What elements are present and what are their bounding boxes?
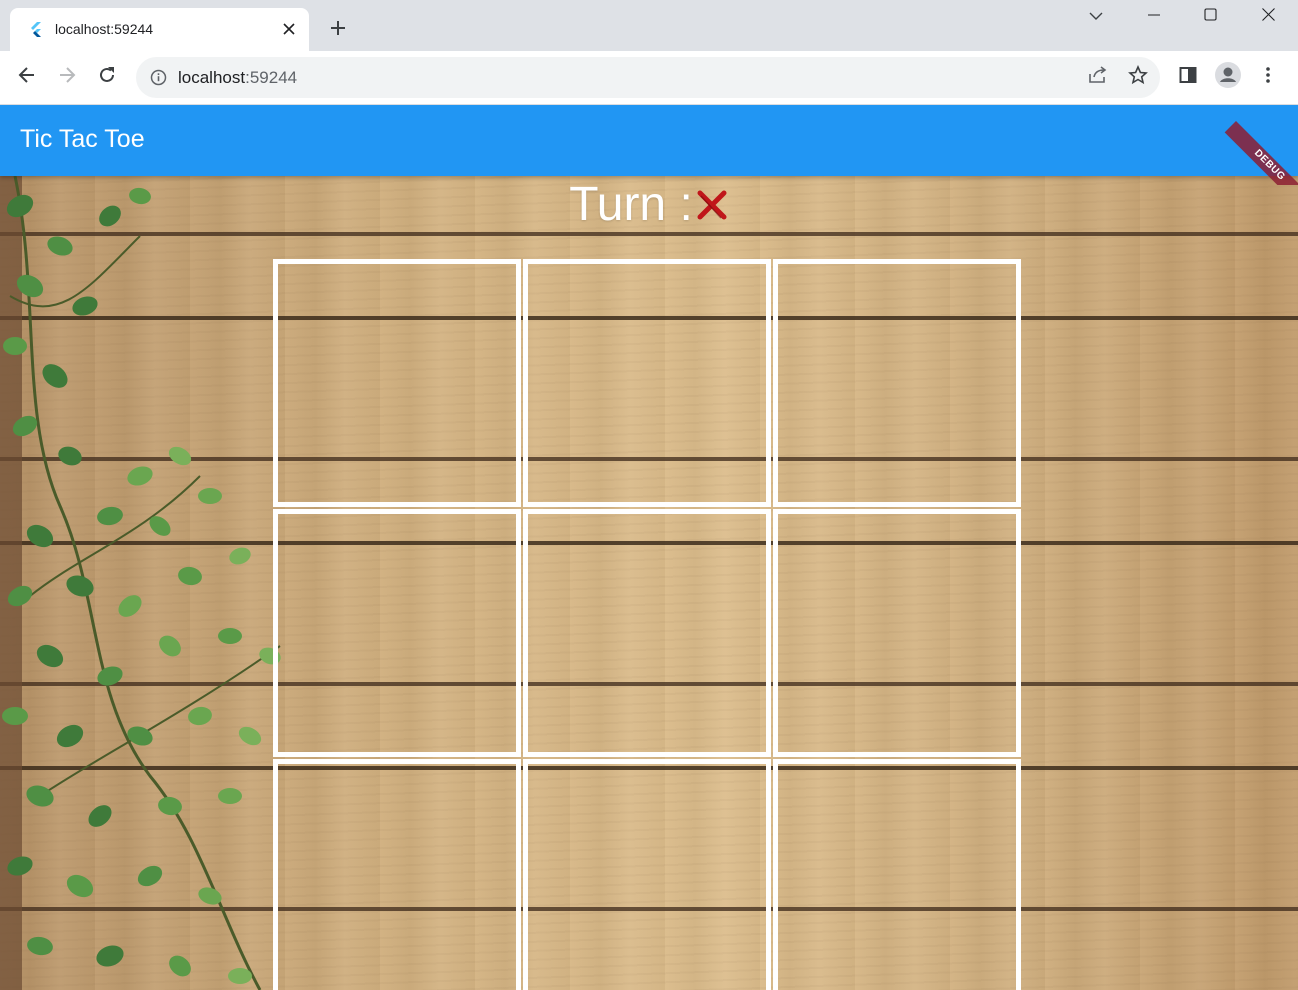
bookmark-button[interactable]: [1122, 61, 1154, 93]
maximize-button[interactable]: [1182, 0, 1238, 34]
profile-button[interactable]: [1212, 61, 1244, 93]
debug-banner-label: DEBUG: [1224, 121, 1298, 185]
board-cell-1-1[interactable]: [523, 509, 771, 757]
side-panel-button[interactable]: [1172, 61, 1204, 93]
arrow-right-icon: [58, 66, 76, 89]
x-mark-icon: [695, 188, 729, 222]
kebab-menu-icon: [1265, 66, 1271, 89]
board-cell-0-1[interactable]: [523, 259, 771, 507]
address-bar[interactable]: localhost:59244: [136, 57, 1160, 98]
turn-label: Turn :: [569, 178, 693, 231]
url-port: :59244: [245, 68, 298, 87]
forward-button[interactable]: [51, 61, 83, 93]
maximize-icon: [1203, 8, 1217, 26]
close-icon: [1261, 8, 1275, 26]
url-host: localhost: [178, 68, 246, 87]
star-icon: [1128, 64, 1148, 90]
chevron-down-icon: [1089, 8, 1103, 26]
browser-tab[interactable]: localhost:59244: [10, 8, 309, 51]
reload-icon: [98, 66, 116, 89]
debug-banner: DEBUG: [1218, 105, 1298, 185]
close-icon[interactable]: [279, 19, 299, 39]
board-cell-2-1[interactable]: [523, 759, 771, 990]
board-cell-2-0[interactable]: [273, 759, 521, 990]
ivy-vine-image: [0, 176, 281, 990]
minimize-button[interactable]: [1126, 0, 1182, 34]
minimize-icon: [1148, 8, 1160, 26]
url-text: localhost:59244: [178, 68, 297, 88]
board-cell-0-2[interactable]: [773, 259, 1021, 507]
board-cell-1-0[interactable]: [273, 509, 521, 757]
reload-button[interactable]: [91, 61, 123, 93]
board-cell-0-0[interactable]: [273, 259, 521, 507]
share-button[interactable]: [1082, 61, 1114, 93]
plus-icon: [330, 20, 346, 41]
board-cell-2-2[interactable]: [773, 759, 1021, 990]
board-cell-1-2[interactable]: [773, 509, 1021, 757]
browser-menu-button[interactable]: [1252, 61, 1284, 93]
info-icon[interactable]: [150, 69, 167, 86]
tab-search-button[interactable]: [1068, 0, 1124, 34]
share-icon: [1088, 65, 1108, 89]
back-button[interactable]: [11, 61, 43, 93]
app-title: Tic Tac Toe: [20, 125, 145, 153]
side-panel-icon: [1179, 66, 1197, 89]
app-viewport: Tic Tac Toe DEBUG Turn:: [0, 105, 1298, 990]
turn-indicator: Turn :: [0, 177, 1298, 237]
tab-title: localhost:59244: [55, 21, 154, 37]
close-window-button[interactable]: [1240, 0, 1296, 34]
game-board: [273, 259, 1025, 990]
profile-icon: [1214, 61, 1242, 94]
flutter-logo-icon: [28, 21, 44, 37]
app-bar: Tic Tac Toe: [0, 105, 1298, 176]
browser-window: localhost:59244 localhost:59244 Tic Tac …: [0, 0, 1298, 990]
new-tab-button[interactable]: [324, 16, 352, 44]
browser-toolbar: localhost:59244: [0, 51, 1298, 105]
tab-strip: localhost:59244: [0, 0, 1298, 51]
arrow-left-icon: [18, 66, 36, 89]
